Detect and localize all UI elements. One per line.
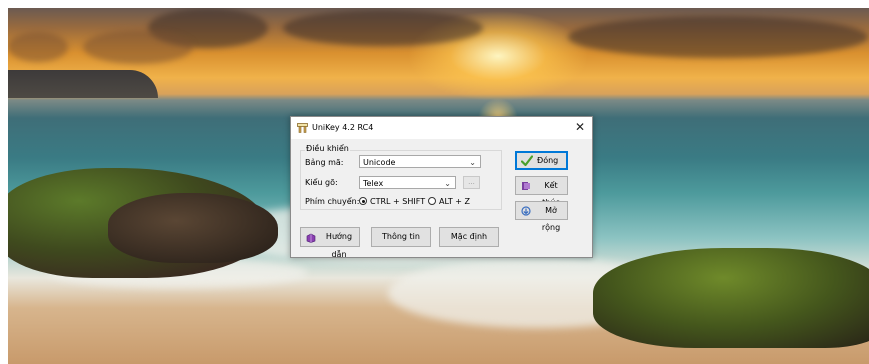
book-icon <box>306 233 316 243</box>
chevron-down-icon: ⌄ <box>469 158 476 167</box>
title-bar[interactable]: UniKey 4.2 RC4 ✕ <box>291 117 592 139</box>
cloud <box>83 30 193 64</box>
charset-select[interactable]: Unicode ⌄ <box>359 155 481 168</box>
charset-value: Unicode <box>363 158 396 167</box>
cloud <box>568 16 868 58</box>
charset-label: Bảng mã: <box>305 158 344 167</box>
close-button[interactable]: Đóng <box>515 151 568 170</box>
radio-ctrl-shift-label: CTRL + SHIFT <box>370 197 426 206</box>
cloud <box>283 10 483 46</box>
close-icon[interactable]: ✕ <box>572 119 588 135</box>
rock-left-back <box>108 193 278 263</box>
chevron-down-icon: ⌄ <box>444 179 451 188</box>
input-method-more-button[interactable]: ... <box>463 176 480 189</box>
checkmark-icon <box>521 155 533 167</box>
exit-button[interactable]: Kết thúc <box>515 176 568 207</box>
radio-alt-z-label: ALT + Z <box>439 197 470 206</box>
mossy-rock-right <box>593 248 869 348</box>
radio-alt-z[interactable] <box>428 197 436 205</box>
exit-icon <box>522 182 530 190</box>
expand-button[interactable]: Mở rộng <box>515 201 568 232</box>
input-method-value: Telex <box>363 179 384 188</box>
unikey-app-icon <box>297 123 308 133</box>
window-title: UniKey 4.2 RC4 <box>312 123 374 132</box>
unikey-dialog: UniKey 4.2 RC4 ✕ Điều khiển Bảng mã: Uni… <box>290 116 593 259</box>
expand-icon <box>521 206 531 216</box>
expand-button-label: Mở rộng <box>541 206 561 232</box>
default-button[interactable]: Mặc định <box>439 227 499 247</box>
group-label: Điều khiển <box>305 144 350 153</box>
input-method-label: Kiểu gõ: <box>305 178 338 187</box>
help-button[interactable]: Hướng dẫn <box>300 227 360 259</box>
info-button[interactable]: Thông tin <box>371 227 431 247</box>
input-method-select[interactable]: Telex ⌄ <box>359 176 456 189</box>
close-button-label: Đóng <box>537 156 559 165</box>
distant-headland <box>8 70 158 98</box>
radio-ctrl-shift[interactable] <box>359 197 367 205</box>
switch-key-label: Phím chuyển: <box>305 197 360 206</box>
help-button-label: Hướng dẫn <box>325 232 353 259</box>
cloud <box>8 32 68 62</box>
